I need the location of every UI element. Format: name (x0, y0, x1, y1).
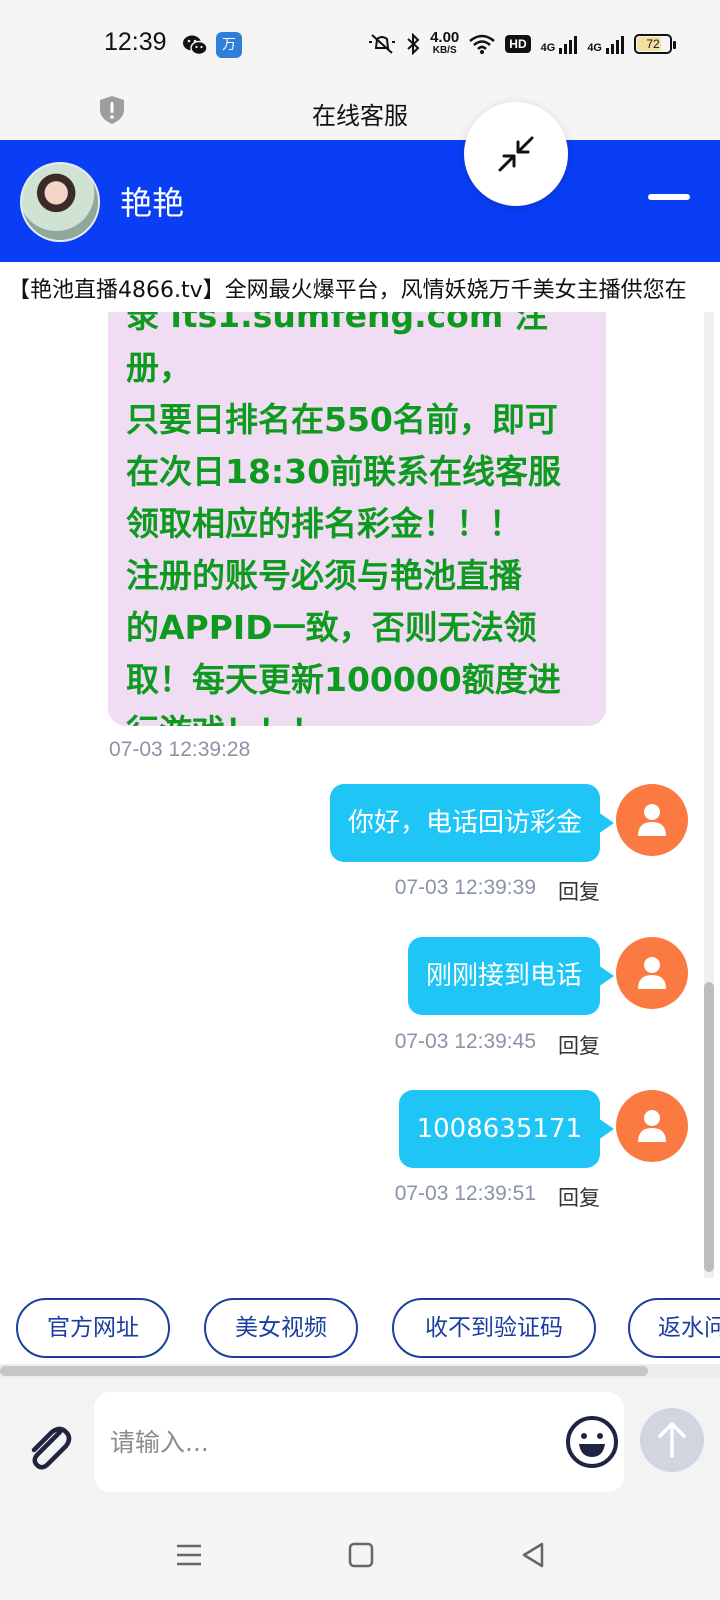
quick-reply-bar: 官方网址 美女视频 收不到验证码 返水问题 (0, 1278, 720, 1364)
agent-message-line: 取！每天更新100000额度进 (126, 660, 561, 699)
system-nav-bar (0, 1512, 720, 1600)
user-avatar (616, 1090, 688, 1162)
app-notification-icon: 万 (216, 32, 242, 58)
marquee-text: 【艳池直播4866.tv】全网最火爆平台，风情妖娆万千美女主播供您在 (8, 278, 687, 303)
signal-strength-2: 4G (587, 34, 624, 54)
chat-header: 艳艳 (0, 140, 720, 262)
agent-avatar[interactable] (20, 162, 100, 242)
quick-reply-rebate[interactable]: 返水问题 (628, 1298, 720, 1358)
message-time: 07-03 12:39:39 (394, 876, 536, 899)
send-button[interactable] (640, 1408, 704, 1472)
user-avatar (616, 784, 688, 856)
agent-message-line: 在次日18:30前联系在线客服 (126, 452, 562, 491)
message-input[interactable] (94, 1392, 624, 1492)
agent-message-line: 录 lts1.sumfeng.com 注册， (126, 312, 548, 387)
user-icon (638, 1110, 666, 1142)
network-speed-unit: KB/S (432, 45, 457, 56)
reply-link[interactable]: 回复 (558, 1182, 600, 1212)
announcement-marquee: 【艳池直播4866.tv】全网最火爆平台，风情妖娆万千美女主播供您在 (0, 262, 720, 312)
minimize-button[interactable] (648, 194, 690, 200)
agent-message-line: 的APPID一致，否则无法领 (126, 608, 537, 647)
arrow-up-icon (658, 1422, 686, 1458)
agent-message-line: 领取相应的排名彩金！！！ (126, 504, 522, 543)
chat-messages[interactable]: 录 lts1.sumfeng.com 注册， 只要日排名在550名前，即可 在次… (0, 312, 720, 1278)
signal-1-label: 4G (540, 42, 556, 54)
back-icon[interactable] (518, 1540, 548, 1570)
agent-message-bubble: 录 lts1.sumfeng.com 注册， 只要日排名在550名前，即可 在次… (108, 312, 606, 726)
status-bar: 12:39 万 4.00 KB/S HD 4G 4G 72 (0, 0, 720, 88)
user-icon (638, 957, 666, 989)
reply-link[interactable]: 回复 (558, 1030, 600, 1060)
message-meta: 07-03 12:39:51 回复 (395, 1182, 600, 1212)
menu-icon[interactable] (174, 1540, 204, 1570)
message-time: 07-03 12:39:51 (394, 1182, 536, 1205)
user-message-bubble: 你好，电话回访彩金 (329, 784, 615, 862)
user-message-bubble: 刚刚接到电话 (407, 937, 615, 1015)
quick-reply-no-verification-code[interactable]: 收不到验证码 (392, 1298, 596, 1358)
status-indicators: 4.00 KB/S HD 4G 4G 72 (368, 26, 676, 62)
chat-scrollbar-thumb[interactable] (704, 982, 714, 1272)
agent-message-line: 只要日排名在550名前，即可 (126, 400, 558, 439)
mute-icon (369, 34, 396, 54)
wechat-icon (183, 35, 208, 56)
reply-link[interactable]: 回复 (558, 876, 600, 906)
quick-reply-official-site[interactable]: 官方网址 (16, 1298, 170, 1358)
message-meta: 07-03 12:39:45 回复 (395, 1030, 600, 1060)
quick-reply-beauty-video[interactable]: 美女视频 (204, 1298, 358, 1358)
page-title: 在线客服 (312, 102, 408, 130)
agent-message-line: 行游戏！！！ (126, 706, 588, 726)
paperclip-icon[interactable] (22, 1420, 74, 1472)
bluetooth-icon (407, 33, 420, 55)
collapse-window-button[interactable] (464, 102, 568, 206)
input-bar (0, 1378, 720, 1512)
home-icon[interactable] (346, 1540, 376, 1570)
message-time: 07-03 12:39:45 (394, 1030, 536, 1053)
user-avatar (616, 937, 688, 1009)
emoji-icon[interactable] (564, 1414, 620, 1470)
message-meta: 07-03 12:39:39 回复 (395, 876, 600, 906)
collapse-arrows-icon (498, 136, 534, 172)
hd-badge: HD (505, 35, 531, 53)
user-icon (638, 804, 666, 836)
status-time: 12:39 (104, 28, 167, 56)
signal-2-label: 4G (587, 42, 602, 54)
agent-message-time: 07-03 12:39:28 (109, 738, 251, 761)
agent-message-line: 注册的账号必须与艳池直播 (126, 556, 522, 595)
network-speed: 4.00 KB/S (430, 29, 460, 57)
battery-indicator: 72 (634, 34, 676, 54)
quick-reply-scroll-thumb[interactable] (0, 1366, 648, 1376)
network-speed-value: 4.00 (430, 29, 460, 46)
signal-strength-1: 4G (541, 34, 578, 54)
browser-title-bar: 在线客服 (0, 88, 720, 140)
agent-name: 艳艳 (120, 184, 185, 222)
user-message-bubble: 1008635171 (398, 1090, 615, 1168)
battery-level: 72 (646, 37, 660, 51)
wifi-icon (469, 34, 496, 54)
